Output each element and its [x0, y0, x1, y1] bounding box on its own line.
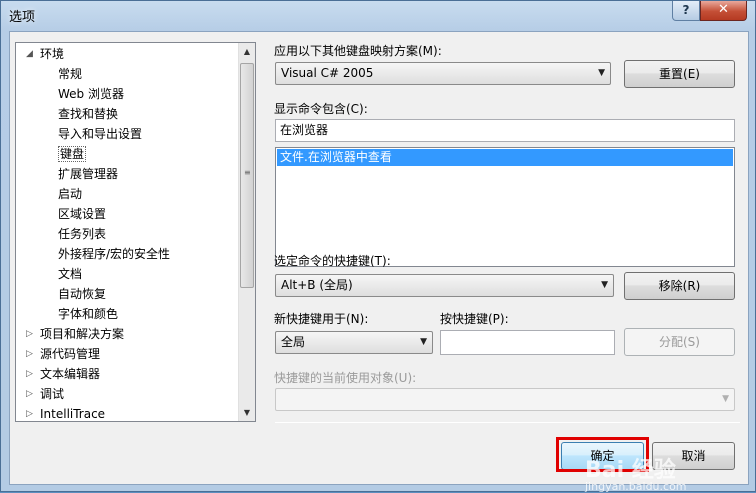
tree-item-label: 区域设置	[58, 207, 107, 221]
tree-item-label: 调试	[40, 387, 65, 401]
use-new-shortcut-label: 新快捷键用于(N):	[274, 312, 369, 326]
tree-item[interactable]: ▷ 项目和解决方案	[26, 325, 124, 343]
shortcuts-combo[interactable]: Alt+B (全局) ▼	[275, 274, 614, 297]
tree-item-label: 导入和导出设置	[58, 127, 143, 141]
dropdown-arrow-icon: ▼	[598, 68, 605, 78]
dialog-title: 选项	[9, 10, 36, 25]
tree-item-label: 常规	[58, 67, 83, 81]
shortcuts-label: 选定命令的快捷键(T):	[274, 254, 391, 268]
scroll-down-icon[interactable]: ▼	[239, 404, 255, 421]
dialog-client-area: ◢ 环境常规 Web 浏览器 查找和替换导入和导出设置 键盘扩展管理器启动区域设置任务列…	[9, 31, 749, 493]
tree-item[interactable]: 自动恢复	[58, 285, 106, 303]
show-commands-label: 显示命令包含(C):	[274, 102, 368, 116]
tree-item[interactable]: ▷ 调试	[26, 385, 64, 403]
help-button[interactable]: ?	[672, 1, 700, 21]
tree-item[interactable]: 文档	[58, 265, 82, 283]
tree-item-label: 文本编辑器	[40, 367, 101, 381]
assign-button[interactable]: 分配(S)	[624, 328, 735, 356]
grip-icon: ≡	[244, 168, 251, 177]
collapsed-arrow-icon[interactable]: ▷	[26, 345, 33, 363]
tree-item-label: 启动	[58, 187, 83, 201]
tree-item-label: 任务列表	[58, 227, 107, 241]
watermark-url: jingyan.baidu.com	[585, 480, 687, 493]
tree-item-label: 字体和颜色	[58, 307, 119, 321]
tree-item[interactable]: 常规	[58, 65, 82, 83]
tree-item[interactable]: 查找和替换	[58, 105, 118, 123]
scroll-up-icon[interactable]: ▲	[239, 43, 255, 60]
tree-item[interactable]: 导入和导出设置	[58, 125, 142, 143]
tree-item-label: 扩展管理器	[58, 167, 119, 181]
mapping-scheme-value: Visual C# 2005	[281, 66, 374, 80]
mapping-scheme-combo[interactable]: Visual C# 2005 ▼	[275, 62, 611, 85]
tree-item-label: Web 浏览器	[58, 87, 124, 101]
tree-scrollbar[interactable]: ▲ ≡ ▼	[238, 43, 255, 421]
currently-used-label: 快捷键的当前使用对象(U):	[274, 371, 417, 385]
options-tree[interactable]: ◢ 环境常规 Web 浏览器 查找和替换导入和导出设置 键盘扩展管理器启动区域设置任务列…	[15, 42, 256, 422]
dropdown-arrow-icon: ▼	[420, 337, 427, 347]
tree-item[interactable]: 启动	[58, 185, 82, 203]
tree-item[interactable]: 任务列表	[58, 225, 106, 243]
expanded-arrow-icon[interactable]: ◢	[26, 45, 33, 63]
separator	[275, 422, 740, 423]
tree-item[interactable]: ▷ 文本编辑器	[26, 365, 100, 383]
scroll-thumb[interactable]: ≡	[240, 63, 254, 288]
tree-item-label: 源代码管理	[40, 347, 101, 361]
dropdown-arrow-icon: ▼	[601, 280, 608, 290]
collapsed-arrow-icon[interactable]: ▷	[26, 325, 33, 343]
press-shortcut-label: 按快捷键(P):	[440, 312, 509, 326]
collapsed-arrow-icon[interactable]: ▷	[26, 385, 33, 403]
tree-item[interactable]: 扩展管理器	[58, 165, 118, 183]
tree-item-label: 项目和解决方案	[40, 327, 125, 341]
close-button[interactable]: ✕	[700, 1, 747, 21]
shortcuts-value: Alt+B (全局)	[281, 278, 353, 292]
tree-item-label: 外接程序/宏的安全性	[58, 247, 171, 261]
press-shortcut-input[interactable]	[440, 330, 615, 355]
reset-button[interactable]: 重置(E)	[624, 60, 735, 88]
mapping-scheme-label: 应用以下其他键盘映射方案(M):	[274, 44, 442, 58]
options-dialog: 选项 ? ✕ ◢ 环境常规 Web 浏览器 查找和替换导入和导出设置 键盘扩展管理器启动…	[0, 0, 756, 493]
tree-item-label: 环境	[40, 47, 65, 61]
remove-button[interactable]: 移除(R)	[624, 272, 735, 300]
dropdown-arrow-icon: ▼	[722, 394, 729, 404]
tree-item[interactable]: 外接程序/宏的安全性	[58, 245, 170, 263]
list-item[interactable]: 文件.在浏览器中查看	[277, 149, 733, 166]
collapsed-arrow-icon[interactable]: ▷	[26, 405, 33, 421]
tree-item[interactable]: 字体和颜色	[58, 305, 118, 323]
use-new-shortcut-combo[interactable]: 全局 ▼	[275, 331, 433, 354]
tree-item-label: 查找和替换	[58, 107, 119, 121]
collapsed-arrow-icon[interactable]: ▷	[26, 365, 33, 383]
title-bar[interactable]: 选项 ? ✕	[1, 1, 755, 29]
tree-item-label: 文档	[58, 267, 83, 281]
tree-item-label: 自动恢复	[58, 287, 107, 301]
tree-item[interactable]: ▷ 源代码管理	[26, 345, 100, 363]
tree-item-label: IntelliTrace	[40, 407, 106, 421]
tree-item[interactable]: Web 浏览器	[58, 85, 124, 103]
tree-item-label: 键盘	[58, 146, 87, 162]
use-new-shortcut-value: 全局	[281, 335, 306, 349]
tree-item[interactable]: 区域设置	[58, 205, 106, 223]
show-commands-input[interactable]: 在浏览器	[275, 119, 735, 142]
tree-item[interactable]: ▷ IntelliTrace	[26, 405, 105, 421]
currently-used-combo[interactable]: ▼	[275, 388, 735, 411]
tree-item[interactable]: ◢ 环境	[26, 45, 64, 63]
commands-listbox[interactable]: 文件.在浏览器中查看	[275, 147, 735, 267]
tree-item[interactable]: 键盘	[58, 145, 87, 163]
